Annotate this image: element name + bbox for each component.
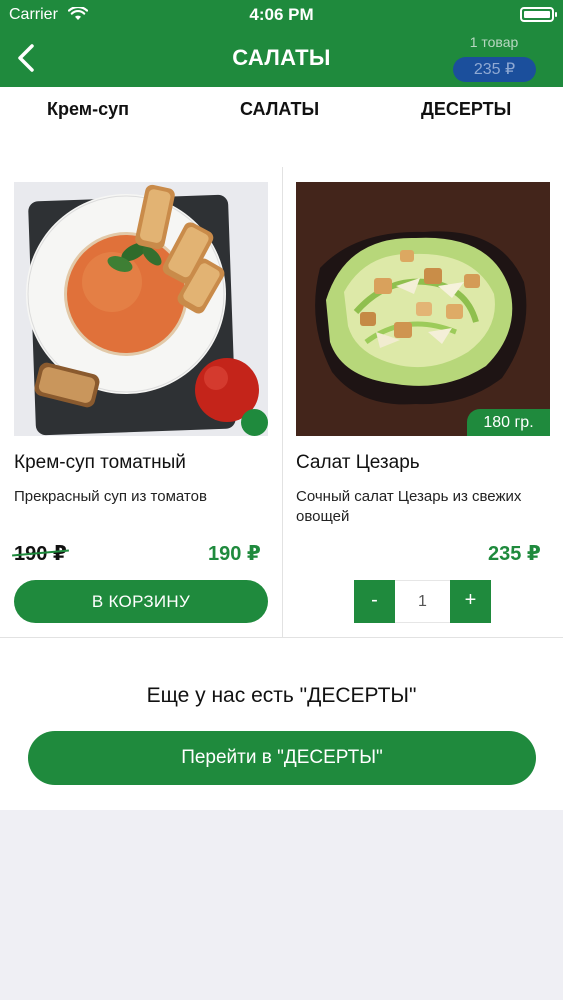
tab-desserts[interactable]: ДЕСЕРТЫ xyxy=(421,99,511,120)
go-to-desserts-button[interactable]: Перейти в "ДЕСЕРТЫ" xyxy=(28,731,536,785)
product-card-caesar-salad: 180 гр. Салат Цезарь Сочный салат Цезарь… xyxy=(283,147,563,637)
tomato-soup-illustration xyxy=(14,182,268,436)
decrease-quantity-button[interactable]: - xyxy=(354,580,395,623)
status-bar: Carrier 4:06 PM xyxy=(0,0,563,30)
status-dot-badge xyxy=(241,409,268,436)
clock-time: 4:06 PM xyxy=(249,5,314,24)
app-screen: Carrier 4:06 PM САЛАТЫ 1 товар 235 ₽ Кре… xyxy=(0,0,563,1000)
product-card-tomato-soup: Крем-суп томатный Прекрасный суп из тома… xyxy=(0,147,282,637)
product-description: Прекрасный суп из томатов xyxy=(14,488,207,505)
battery-icon xyxy=(520,7,557,22)
tab-cream-soup[interactable]: Крем-суп xyxy=(47,99,129,120)
column-divider xyxy=(282,167,283,637)
product-grid: Крем-суп томатный Прекрасный суп из тома… xyxy=(0,147,563,637)
product-description: Сочный салат Цезарь из свежих овощей xyxy=(296,488,522,525)
tab-salads[interactable]: САЛАТЫ xyxy=(240,99,319,120)
category-tabs: Крем-суп САЛАТЫ ДЕСЕРТЫ xyxy=(0,87,563,147)
increase-quantity-button[interactable]: + xyxy=(450,580,491,623)
cart-item-count[interactable]: 1 товар xyxy=(446,34,542,50)
more-categories-text: Еще у нас есть "ДЕСЕРТЫ" xyxy=(146,684,417,707)
quantity-value: 1 xyxy=(395,580,450,623)
product-image-caesar-salad[interactable]: 180 гр. xyxy=(296,182,550,436)
product-image-tomato-soup[interactable] xyxy=(14,182,268,436)
weight-badge: 180 гр. xyxy=(467,409,550,436)
product-name: Салат Цезарь xyxy=(296,452,420,473)
product-price: 190 ₽ xyxy=(208,543,261,565)
caesar-salad-illustration xyxy=(296,182,550,436)
product-price: 235 ₽ xyxy=(488,543,541,565)
cart-total-button[interactable]: 235 ₽ xyxy=(453,57,536,82)
product-old-price: 190 ₽ xyxy=(14,543,67,565)
quantity-stepper: - 1 + xyxy=(354,580,491,623)
navigation-bar: САЛАТЫ 1 товар 235 ₽ xyxy=(0,30,563,87)
product-name: Крем-суп томатный xyxy=(14,452,186,473)
more-categories-section: Еще у нас есть "ДЕСЕРТЫ" Перейти в "ДЕСЕ… xyxy=(0,638,563,810)
add-to-cart-button[interactable]: В КОРЗИНУ xyxy=(14,580,268,623)
